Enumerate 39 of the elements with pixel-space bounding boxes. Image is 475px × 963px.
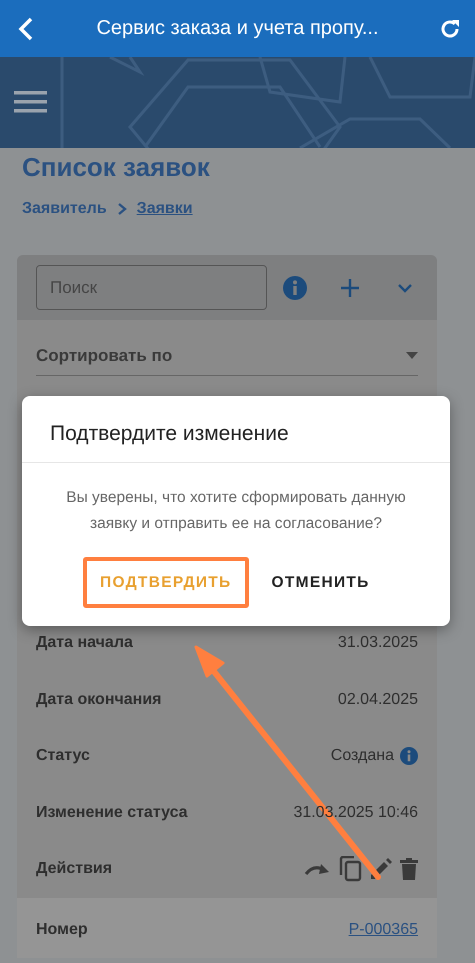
chevron-down-icon — [398, 282, 412, 292]
copy-icon — [338, 856, 362, 882]
field-label: Номер — [36, 920, 88, 938]
info-button[interactable] — [283, 276, 307, 300]
expand-button[interactable] — [398, 282, 412, 292]
dialog-message: Вы уверены, что хотите сформировать данную заявку и отправить ее на согласование? — [65, 488, 407, 534]
info-icon[interactable] — [400, 747, 418, 766]
search-field[interactable]: Поиск — [36, 265, 267, 310]
field-label: Изменение статуса — [36, 804, 188, 822]
menu-icon — [14, 91, 47, 113]
request-number-link[interactable]: Р-000365 — [348, 920, 418, 938]
copy-button[interactable] — [338, 856, 362, 882]
delete-button[interactable] — [400, 858, 418, 880]
field-label: Действия — [36, 860, 112, 878]
edit-button[interactable] — [370, 858, 392, 880]
menu-button[interactable] — [14, 91, 47, 113]
pencil-icon — [370, 858, 392, 880]
field-value: 31.03.2025 — [338, 634, 418, 652]
page-title: Список заявок — [22, 151, 211, 184]
add-button[interactable] — [341, 278, 359, 296]
sort-dropdown[interactable]: Сортировать по — [36, 336, 418, 376]
info-icon — [283, 276, 307, 300]
breadcrumb-link[interactable]: Заявки — [136, 200, 193, 218]
curved-arrow-icon — [304, 862, 330, 876]
breadcrumb-link[interactable]: Заявитель — [22, 200, 107, 218]
app-title: Сервис заказа и учета пропу... — [95, 17, 380, 40]
refresh-icon — [439, 18, 461, 40]
field-label: Дата начала — [36, 634, 133, 652]
dropdown-arrow-icon — [406, 352, 418, 359]
status-value: Создана — [330, 747, 394, 766]
dialog-title: Подтвердите изменение — [22, 396, 450, 463]
refresh-button[interactable] — [439, 18, 461, 40]
chevron-right-icon — [116, 202, 127, 216]
trash-icon — [400, 858, 418, 880]
forward-button[interactable] — [304, 862, 330, 876]
field-label: Статус — [36, 747, 90, 766]
plus-icon — [341, 278, 359, 296]
field-value: 02.04.2025 — [338, 690, 418, 709]
field-label: Дата окончания — [36, 690, 162, 709]
